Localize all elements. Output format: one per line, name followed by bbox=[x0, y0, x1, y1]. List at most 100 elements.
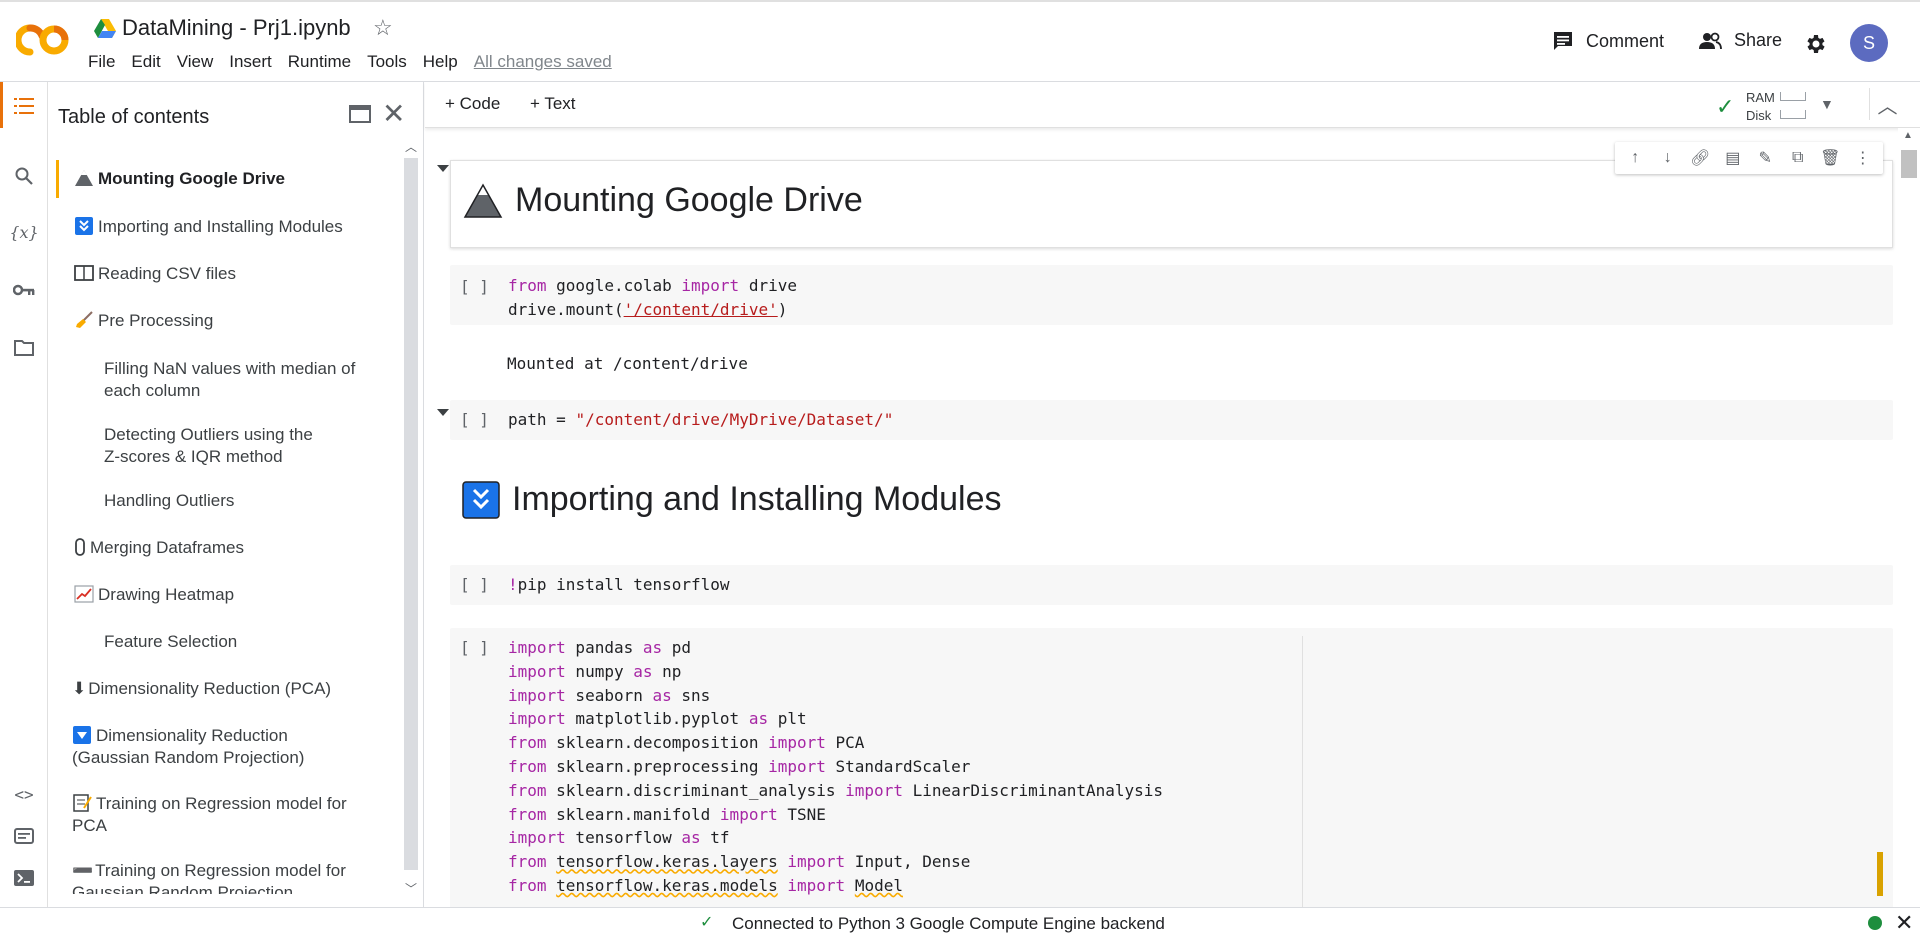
paperclip-icon bbox=[75, 538, 85, 556]
code-line: import numpy as np bbox=[508, 661, 682, 681]
down-arrow-box-icon bbox=[462, 480, 500, 519]
toc-scrollbar[interactable]: ︿ ﹀ bbox=[400, 138, 422, 903]
menu-insert[interactable]: Insert bbox=[229, 52, 272, 72]
edit-icon[interactable]: ✎ bbox=[1754, 147, 1776, 169]
add-text-button[interactable]: + Text bbox=[530, 94, 576, 114]
colab-logo[interactable] bbox=[16, 20, 70, 60]
scroll-up-icon[interactable]: ︿ bbox=[405, 138, 417, 155]
resource-monitor[interactable]: ✓ RAM Disk bbox=[1716, 88, 1866, 124]
notebook-title[interactable]: DataMining - Prj1.ipynb bbox=[122, 15, 351, 41]
variables-icon[interactable]: {x} bbox=[9, 220, 38, 244]
toc-item-handling-outliers[interactable]: Handling Outliers bbox=[104, 490, 234, 512]
scroll-position-marker bbox=[1877, 852, 1883, 896]
gear-icon[interactable] bbox=[1803, 32, 1827, 56]
terminal-icon[interactable] bbox=[12, 866, 36, 890]
menu-runtime[interactable]: Runtime bbox=[288, 52, 351, 72]
text-cell-heading[interactable]: Importing and Installing Modules bbox=[450, 458, 1893, 528]
more-options-icon[interactable]: ⋮ bbox=[1852, 147, 1874, 169]
code-editor[interactable]: !pip install tensorflow bbox=[508, 573, 730, 597]
table-of-contents-icon[interactable] bbox=[12, 94, 36, 118]
toc-item-training-grp[interactable]: ➖ Training on Regression model for Gaussi… bbox=[72, 860, 346, 894]
toc-label-line2: (Gaussian Random Projection) bbox=[72, 748, 305, 767]
save-status[interactable]: All changes saved bbox=[474, 52, 612, 72]
toc-item-reading-csv[interactable]: Reading CSV files bbox=[74, 263, 236, 285]
check-icon: ✓ bbox=[700, 914, 714, 931]
toc-scrollbar-thumb[interactable] bbox=[404, 158, 418, 870]
menu-edit[interactable]: Edit bbox=[131, 52, 160, 72]
toc-item-merging-dataframes[interactable]: Merging Dataframes bbox=[74, 537, 244, 559]
code-editor[interactable]: from google.colab import drive drive.mou… bbox=[508, 274, 797, 322]
folder-icon[interactable] bbox=[12, 336, 36, 360]
mirror-cell-icon[interactable]: ⧉ bbox=[1787, 147, 1809, 169]
toc-item-training-pca[interactable]: Training on Regression model for PCA bbox=[72, 793, 347, 837]
toc-item-dim-reduction-grp[interactable]: Dimensionality Reduction (Gaussian Rando… bbox=[72, 725, 304, 769]
notebook-scrollbar-thumb[interactable] bbox=[1901, 150, 1917, 178]
toc-item-filling-nan[interactable]: Filling NaN values with median of each c… bbox=[104, 358, 355, 402]
chevron-down-icon[interactable]: ▼ bbox=[1820, 96, 1834, 112]
toc-item-detecting-outliers[interactable]: Detecting Outliers using the Z-scores & … bbox=[104, 424, 313, 468]
toc-label: Dimensionality Reduction bbox=[96, 726, 288, 745]
toc-label: Dimensionality Reduction (PCA) bbox=[88, 679, 332, 698]
memo-icon bbox=[73, 794, 92, 812]
connected-check-icon: ✓ bbox=[1716, 94, 1735, 119]
star-icon[interactable]: ☆ bbox=[373, 15, 393, 41]
chevron-up-icon[interactable]: ︿ bbox=[1869, 88, 1905, 120]
code-editor[interactable]: import pandas as pd import numpy as np imp… bbox=[508, 636, 1163, 898]
menu-view[interactable]: View bbox=[177, 52, 214, 72]
book-icon bbox=[74, 265, 94, 281]
notebook-scrollbar[interactable]: ▲ bbox=[1898, 128, 1920, 907]
toc-item-mounting-google-drive[interactable]: Mounting Google Drive bbox=[74, 168, 285, 190]
heading-text: Mounting Google Drive bbox=[515, 181, 863, 219]
search-icon[interactable] bbox=[12, 164, 36, 188]
scroll-up-icon[interactable]: ▲ bbox=[1903, 130, 1913, 141]
link-icon[interactable]: 🔗︎ bbox=[1689, 147, 1711, 169]
close-icon[interactable]: ✕ bbox=[1895, 910, 1913, 936]
toc-item-dim-reduction-pca[interactable]: ⬇ Dimensionality Reduction (PCA) bbox=[72, 678, 331, 700]
share-button[interactable]: Share bbox=[1698, 30, 1782, 51]
toc-item-importing-modules[interactable]: Importing and Installing Modules bbox=[74, 216, 343, 238]
code-cell[interactable]: [ ] from google.colab import drive drive… bbox=[450, 265, 1893, 325]
comment-button[interactable]: Comment bbox=[1552, 30, 1664, 52]
code-snippets-icon[interactable]: <> bbox=[12, 782, 36, 806]
code-line: from tensorflow.keras.layers import Inpu… bbox=[508, 852, 971, 872]
google-drive-icon[interactable] bbox=[94, 19, 116, 39]
ram-label: RAM bbox=[1746, 90, 1775, 105]
toc-label: Training on Regression model for bbox=[96, 794, 347, 813]
scroll-down-icon[interactable]: ﹀ bbox=[405, 880, 417, 897]
add-code-button[interactable]: + Code bbox=[445, 94, 500, 114]
avatar[interactable]: S bbox=[1850, 24, 1888, 62]
toc-label: Training on Regression model for bbox=[95, 861, 346, 880]
code-cell[interactable]: [ ] !pip install tensorflow bbox=[450, 565, 1893, 605]
comment-label: Comment bbox=[1586, 30, 1665, 51]
move-up-icon[interactable]: ↑ bbox=[1624, 147, 1646, 169]
section-heading: Importing and Installing Modules bbox=[462, 480, 1002, 519]
move-down-icon[interactable]: ↓ bbox=[1657, 147, 1679, 169]
connection-status-dot bbox=[1868, 916, 1882, 930]
mountain-icon bbox=[75, 170, 93, 186]
run-cell-button[interactable]: [ ] bbox=[460, 575, 489, 594]
code-cell[interactable]: [ ] import pandas as pd import numpy as n… bbox=[450, 628, 1893, 907]
menu-help[interactable]: Help bbox=[423, 52, 458, 72]
delete-icon[interactable]: 🗑︎ bbox=[1819, 147, 1841, 169]
code-cell[interactable]: [ ] path = "/content/drive/MyDrive/Datas… bbox=[450, 400, 1893, 440]
key-icon[interactable] bbox=[12, 278, 36, 302]
toc-item-pre-processing[interactable]: Pre Processing bbox=[74, 310, 213, 332]
toc-item-drawing-heatmap[interactable]: Drawing Heatmap bbox=[74, 584, 234, 606]
code-editor[interactable]: path = "/content/drive/MyDrive/Dataset/" bbox=[508, 408, 893, 432]
collapse-section-icon[interactable] bbox=[433, 402, 453, 422]
toc-label: Merging Dataframes bbox=[90, 538, 245, 557]
down-arrow-icon: ⬇ bbox=[72, 679, 87, 698]
toc-label-line2: Gaussian Random Projection bbox=[72, 883, 294, 894]
open-in-tab-icon[interactable] bbox=[348, 102, 372, 126]
run-cell-button[interactable]: [ ] bbox=[460, 410, 489, 429]
table-of-contents-panel: Table of contents ✕ Mounting Google Driv… bbox=[48, 82, 424, 907]
run-cell-button[interactable]: [ ] bbox=[460, 277, 489, 296]
close-icon[interactable]: ✕ bbox=[382, 100, 405, 128]
menu-tools[interactable]: Tools bbox=[367, 52, 407, 72]
broom-icon bbox=[76, 311, 93, 328]
run-cell-button[interactable]: [ ] bbox=[460, 638, 489, 657]
menu-file[interactable]: File bbox=[88, 52, 115, 72]
comment-icon[interactable]: ▤ bbox=[1722, 147, 1744, 169]
command-palette-icon[interactable] bbox=[12, 824, 36, 848]
toc-item-feature-selection[interactable]: Feature Selection bbox=[104, 631, 237, 653]
